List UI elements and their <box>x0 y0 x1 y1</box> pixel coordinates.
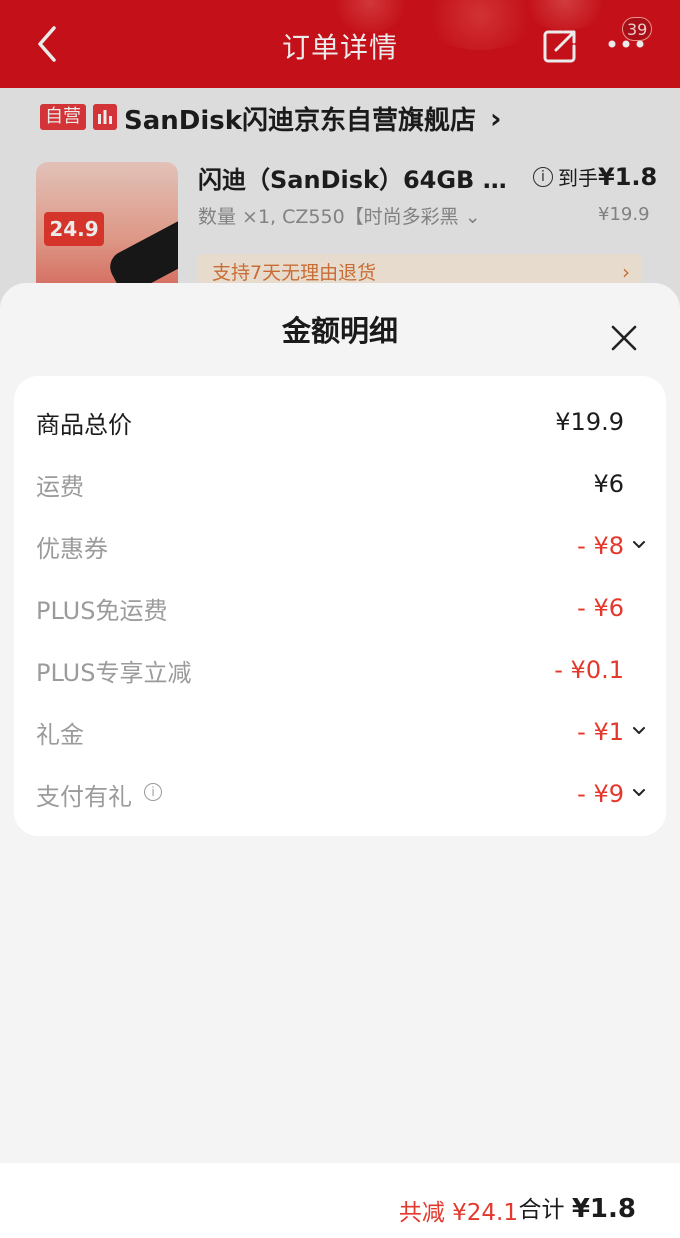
chevron-down-icon[interactable] <box>632 726 646 736</box>
row-value-goods-total: ¥19.9 <box>555 408 624 436</box>
total-sum-label: 合计 <box>518 1197 565 1223</box>
info-icon[interactable]: i <box>144 783 162 801</box>
total-sum: 合计 ¥1.8 <box>519 1190 636 1224</box>
close-icon[interactable] <box>610 324 638 352</box>
chevron-down-icon[interactable] <box>632 540 646 550</box>
row-value-coupon[interactable]: - ¥8 <box>577 532 624 560</box>
row-label-plus-free-shipping: PLUS免运费 <box>36 597 168 625</box>
row-label-coupon: 优惠券 <box>36 535 108 563</box>
row-value-plus-free-shipping: - ¥6 <box>577 594 624 622</box>
row-label-plus-discount: PLUS专享立减 <box>36 659 192 687</box>
row-value-gift-money[interactable]: - ¥1 <box>577 718 624 746</box>
row-label-gift-money: 礼金 <box>36 721 84 749</box>
row-value-plus-discount: - ¥0.1 <box>554 656 624 684</box>
total-reduction: 共减 ¥24.1 <box>398 1200 518 1226</box>
row-label-payment-gift: 支付有礼 <box>36 783 132 811</box>
row-label-goods-total: 商品总价 <box>36 411 132 439</box>
chevron-down-icon[interactable] <box>632 788 646 798</box>
total-sum-value: ¥1.8 <box>571 1194 636 1224</box>
row-label-shipping: 运费 <box>36 473 84 501</box>
sheet-title: 金额明细 <box>281 314 398 348</box>
row-value-shipping: ¥6 <box>593 470 624 498</box>
row-value-payment-gift[interactable]: - ¥9 <box>577 780 624 808</box>
